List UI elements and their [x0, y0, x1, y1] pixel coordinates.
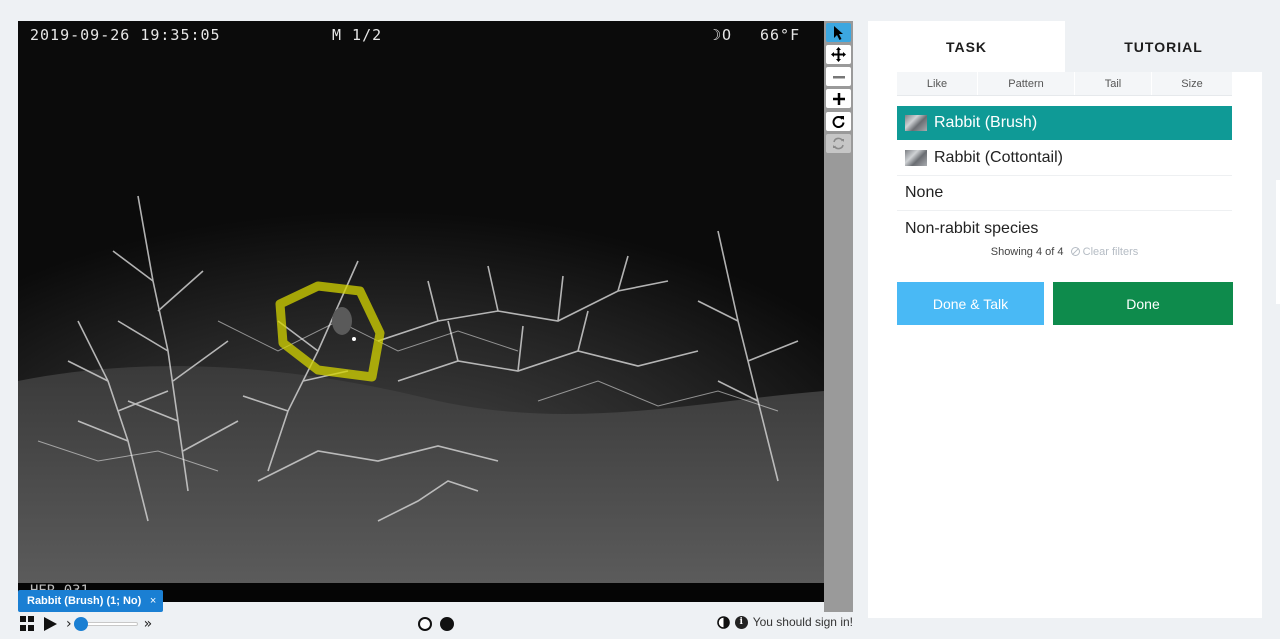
subject-image-viewer[interactable]: 2019-09-26 19:35:05 M 1/2 ☽O 66°F HER-03…: [18, 21, 824, 602]
frame-overlay: M 1/2: [332, 26, 383, 44]
move-tool-button[interactable]: [826, 45, 851, 64]
move-icon: [831, 47, 846, 62]
choice-none[interactable]: None: [897, 176, 1232, 211]
panel-tabs: TASK TUTORIAL: [868, 21, 1262, 72]
pointer-tool-button[interactable]: [826, 23, 851, 42]
filter-pattern[interactable]: Pattern: [978, 72, 1075, 95]
filter-like[interactable]: Like: [897, 72, 978, 95]
speed-max-icon[interactable]: »: [144, 616, 153, 632]
clear-filters-button[interactable]: Clear filters: [1070, 246, 1139, 258]
characteristic-filters: Like Pattern Tail Size: [897, 72, 1232, 96]
image-toolbar: [824, 21, 853, 612]
choice-label: Rabbit (Cottontail): [934, 149, 1063, 166]
results-count: Showing 4 of 4 Clear filters: [897, 246, 1232, 258]
clear-filters-label: Clear filters: [1082, 246, 1139, 258]
choice-non-rabbit[interactable]: Non-rabbit species: [897, 211, 1232, 246]
zoom-in-icon: [832, 92, 845, 105]
species-choice-list: Rabbit (Brush) Rabbit (Cottontail) None …: [897, 106, 1232, 246]
invert-contrast-icon[interactable]: [716, 615, 730, 629]
choice-label: Non-rabbit species: [905, 219, 1039, 237]
species-thumbnail: [905, 150, 927, 166]
choice-label: None: [905, 184, 944, 201]
choice-label: Rabbit (Brush): [934, 114, 1038, 131]
grid-view-icon[interactable]: [20, 616, 36, 632]
choice-rabbit-cottontail[interactable]: Rabbit (Cottontail): [897, 141, 1232, 176]
choice-rabbit-brush[interactable]: Rabbit (Brush): [897, 106, 1232, 141]
zoom-out-button[interactable]: [826, 67, 851, 86]
frame-dot-2[interactable]: [440, 617, 454, 631]
signin-message[interactable]: You should sign in!: [753, 615, 853, 629]
clear-filters-icon: [1070, 247, 1080, 256]
rotate-button[interactable]: [826, 112, 851, 131]
annotation-tag[interactable]: Rabbit (Brush) (1; No) ×: [18, 590, 164, 612]
timestamp-overlay: 2019-09-26 19:35:05: [30, 26, 221, 44]
play-icon[interactable]: [42, 616, 58, 632]
frame-dot-1[interactable]: [418, 617, 432, 631]
species-thumbnail: [905, 115, 927, 131]
filter-size[interactable]: Size: [1152, 72, 1232, 95]
signin-notice: i You should sign in!: [716, 615, 853, 629]
tab-task[interactable]: TASK: [868, 21, 1065, 72]
reset-view-button[interactable]: [826, 134, 851, 153]
info-icon[interactable]: i: [734, 615, 748, 629]
remove-annotation-icon[interactable]: ×: [150, 590, 156, 612]
slider-thumb[interactable]: [73, 617, 88, 631]
moon-phase-overlay: ☽O: [712, 26, 733, 44]
rotate-icon: [832, 116, 845, 128]
annotation-tag-label: Rabbit (Brush) (1; No): [27, 595, 142, 607]
playback-speed-slider[interactable]: [73, 617, 138, 631]
task-panel: TASK TUTORIAL Like Pattern Tail Size Rab…: [868, 21, 1262, 618]
temperature-overlay: 66°F: [760, 26, 801, 44]
done-button[interactable]: Done: [1053, 282, 1233, 325]
reset-icon: [833, 137, 844, 150]
tab-tutorial[interactable]: TUTORIAL: [1065, 21, 1262, 72]
frame-selector: [418, 617, 454, 631]
done-and-talk-button[interactable]: Done & Talk: [897, 282, 1044, 325]
speed-min-icon[interactable]: ›: [66, 616, 72, 632]
showing-text: Showing 4 of 4: [990, 246, 1064, 258]
right-edge-tab[interactable]: [1276, 180, 1280, 304]
camera-trap-photo: [18, 21, 824, 602]
playback-controls: › »: [20, 614, 152, 634]
filter-tail[interactable]: Tail: [1075, 72, 1152, 95]
pointer-icon: [833, 25, 843, 40]
zoom-out-icon: [832, 75, 845, 78]
zoom-in-button[interactable]: [826, 89, 851, 108]
